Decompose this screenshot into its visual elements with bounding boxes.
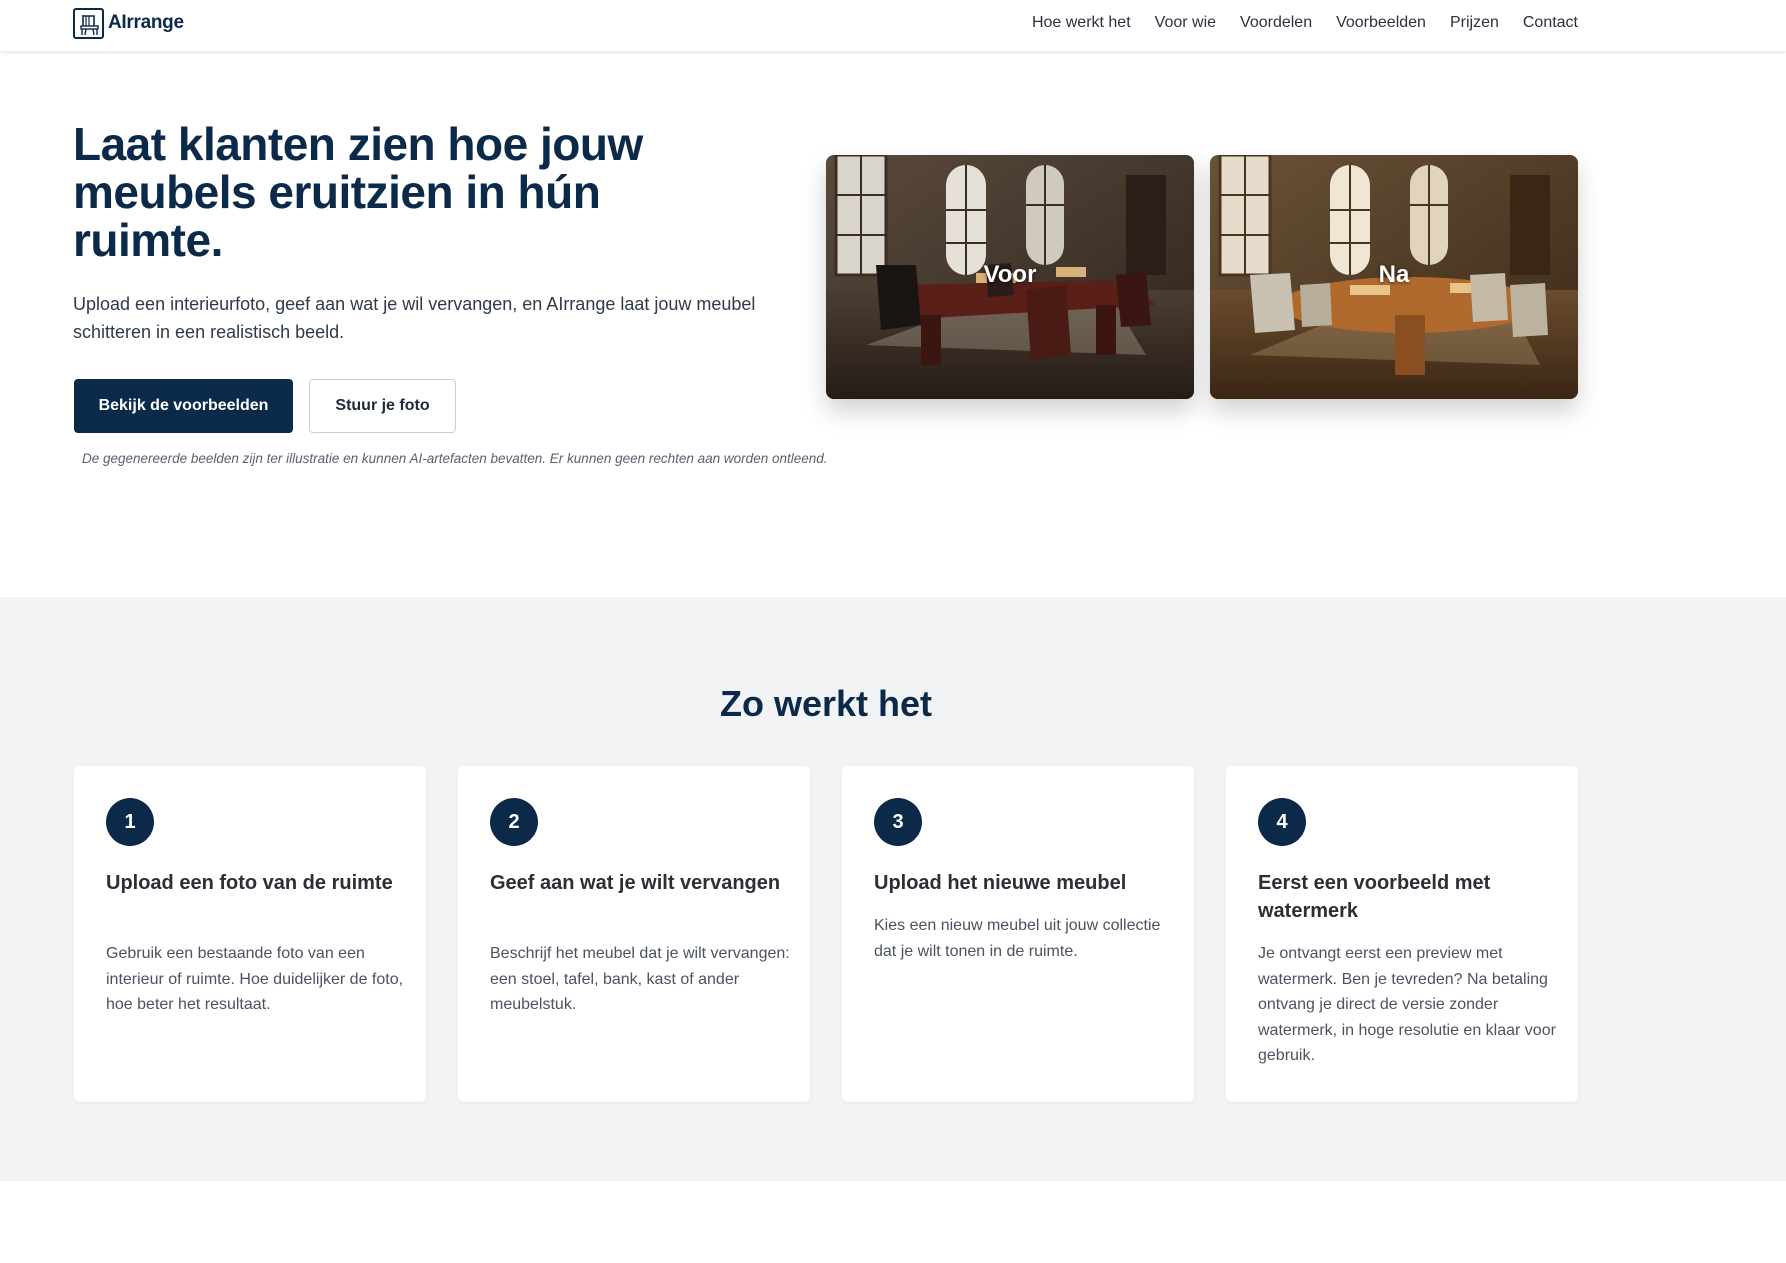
nav-link-prijzen[interactable]: Prijzen [1450,14,1499,32]
logo[interactable]: AIrrange [73,7,184,39]
before-label: Voor [983,261,1037,288]
step-card-4: 4 Eerst een voorbeeld met watermerk Je o… [1226,766,1578,1102]
step-number-badge: 3 [874,798,922,846]
nav-link-voorbeelden[interactable]: Voorbeelden [1336,14,1426,32]
step-card-2: 2 Geef aan wat je wilt vervangen Beschri… [458,766,810,1102]
step-title: Geef aan wat je wilt vervangen [490,872,781,894]
hero-subtitle: Upload een interieurfoto, geef aan wat j… [73,294,756,342]
nav-link-contact[interactable]: Contact [1523,14,1578,32]
step-number-badge: 1 [106,798,154,846]
hero-title: Laat klanten zien hoe jouw meubels eruit… [73,118,643,266]
step-card-3: 3 Upload het nieuwe meubel Kies een nieu… [842,766,1194,1102]
step-description: Kies een nieuw meubel uit jouw collectie… [874,917,1161,960]
how-it-works-title: Zo werkt het [719,683,933,724]
logo-text: AIrrange [108,12,184,33]
step-title: Eerst een voorbeeld met watermerk [1258,872,1491,922]
chair-logo-icon [73,7,104,39]
nav-link-voor-wie[interactable]: Voor wie [1155,14,1216,32]
step-description: Gebruik een bestaande foto van een inter… [106,945,404,1014]
disclaimer-text: De gegenereerde beelden zijn ter illustr… [82,451,828,466]
nav-links: Hoe werkt het Voor wie Voordelen Voorbee… [1032,0,1578,45]
step-description: Beschrijf het meubel dat je wilt vervang… [490,945,790,1014]
nav-link-hoe-werkt-het[interactable]: Hoe werkt het [1032,14,1131,32]
after-label: Na [1378,261,1410,288]
step-number-badge: 2 [490,798,538,846]
view-examples-button[interactable]: Bekijk de voorbeelden [74,379,293,433]
step-title: Upload het nieuwe meubel [874,872,1127,894]
send-photo-button[interactable]: Stuur je foto [309,379,456,433]
step-description: Je ontvangt eerst een preview met waterm… [1258,945,1556,1065]
after-image: Na [1210,155,1578,399]
nav-link-voordelen[interactable]: Voordelen [1240,14,1312,32]
top-navigation: AIrrange Hoe werkt het Voor wie Voordele… [0,0,1786,51]
before-image: Voor [826,155,1194,399]
step-number-badge: 4 [1258,798,1306,846]
step-card-1: 1 Upload een foto van de ruimte Gebruik … [74,766,426,1102]
step-title: Upload een foto van de ruimte [106,872,393,894]
